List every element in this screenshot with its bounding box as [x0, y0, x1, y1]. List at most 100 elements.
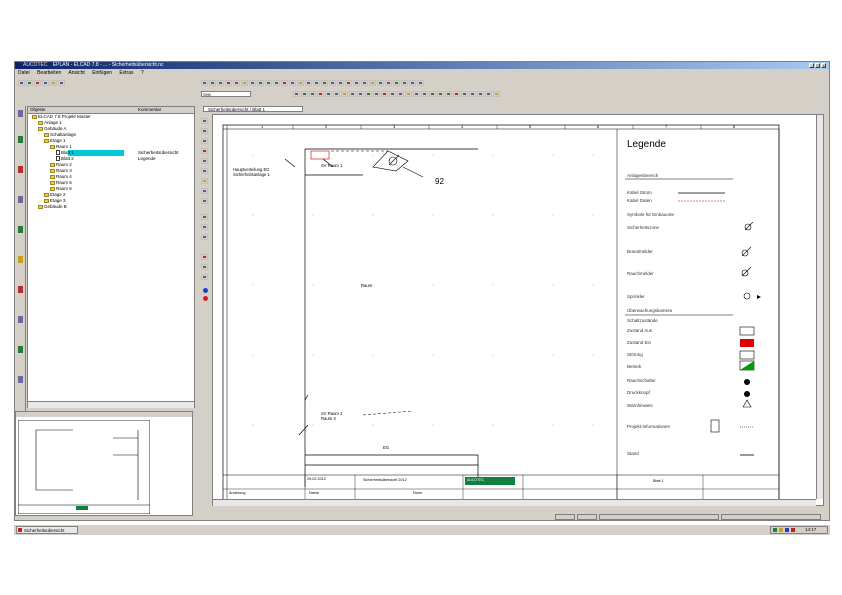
menu-help[interactable]: ? — [141, 70, 144, 76]
open-icon[interactable] — [26, 80, 33, 86]
tool-icon[interactable] — [273, 80, 280, 86]
properties-icon[interactable] — [58, 80, 65, 86]
tool-icon[interactable] — [485, 91, 492, 97]
tray-icon[interactable] — [779, 528, 783, 532]
tool-icon[interactable] — [317, 91, 324, 97]
taskbar-item[interactable]: Sicherheitsübersicht — [16, 526, 78, 534]
horizontal-scrollbar[interactable] — [213, 499, 816, 506]
tool-icon[interactable] — [369, 80, 376, 86]
tool-icon[interactable] — [305, 80, 312, 86]
symbol-icon[interactable] — [201, 168, 208, 174]
tool-icon[interactable] — [225, 80, 232, 86]
tool-icon[interactable] — [293, 91, 300, 97]
tool-icon[interactable] — [393, 80, 400, 86]
sidebar-tab-icon[interactable] — [18, 346, 23, 353]
tool-icon[interactable] — [445, 91, 452, 97]
tool-icon[interactable] — [257, 80, 264, 86]
tool-icon[interactable] — [201, 214, 208, 220]
tool-icon[interactable] — [217, 80, 224, 86]
line-icon[interactable] — [201, 128, 208, 134]
tool-icon[interactable] — [301, 91, 308, 97]
tree-header-name[interactable]: Objekte — [30, 107, 46, 113]
delete-icon[interactable] — [34, 80, 41, 86]
tool-icon[interactable] — [357, 91, 364, 97]
tool-icon[interactable] — [329, 80, 336, 86]
pan-icon[interactable] — [201, 198, 208, 204]
color-dot-icon[interactable] — [203, 296, 208, 301]
sidebar-tab-icon[interactable] — [18, 136, 23, 143]
tool-icon[interactable] — [413, 91, 420, 97]
tool-icon[interactable] — [209, 80, 216, 86]
tray-icon[interactable] — [773, 528, 777, 532]
tool-icon[interactable] — [309, 91, 316, 97]
drawing-tab[interactable]: Sicherheitsübersicht / Blatt 1 — [203, 106, 303, 112]
measure-icon[interactable] — [201, 178, 208, 184]
tool-icon[interactable] — [397, 91, 404, 97]
vertical-scrollbar[interactable] — [816, 115, 823, 499]
tool-icon[interactable] — [385, 80, 392, 86]
tool-icon[interactable] — [453, 91, 460, 97]
tool-icon[interactable] — [361, 80, 368, 86]
tool-icon[interactable] — [469, 91, 476, 97]
maximize-icon[interactable]: □ — [815, 63, 820, 68]
tool-icon[interactable] — [493, 91, 500, 97]
overview-preview-panel[interactable] — [15, 411, 193, 516]
menu-view[interactable]: Ansicht — [68, 70, 84, 76]
tool-icon[interactable] — [437, 91, 444, 97]
tray-icon[interactable] — [785, 528, 789, 532]
tool-icon[interactable] — [345, 80, 352, 86]
tool-icon[interactable] — [289, 80, 296, 86]
tool-icon[interactable] — [349, 91, 356, 97]
tool-icon[interactable] — [201, 234, 208, 240]
filter-icon[interactable] — [50, 80, 57, 86]
circle-icon[interactable] — [201, 148, 208, 154]
tool-icon[interactable] — [365, 91, 372, 97]
tool-icon[interactable] — [409, 80, 416, 86]
tool-icon[interactable] — [373, 91, 380, 97]
tree-horizontal-scrollbar[interactable] — [28, 401, 194, 408]
tool-icon[interactable] — [405, 91, 412, 97]
project-combo[interactable]: SHK — [201, 91, 251, 97]
tool-icon[interactable] — [201, 224, 208, 230]
rect-icon[interactable] — [201, 138, 208, 144]
minimize-icon[interactable]: _ — [809, 63, 814, 68]
sidebar-tab-icon[interactable] — [18, 110, 23, 117]
tool-icon[interactable] — [201, 80, 208, 86]
tool-icon[interactable] — [201, 254, 208, 260]
sidebar-tab-icon[interactable] — [18, 316, 23, 323]
tray-icon[interactable] — [791, 528, 795, 532]
zoom-icon[interactable] — [201, 188, 208, 194]
drawing-canvas[interactable]: 1 2 3 4 5 6 7 8 Hauptverteilung EG Siche… — [212, 114, 824, 506]
sidebar-tab-icon[interactable] — [18, 376, 23, 383]
tool-icon[interactable] — [321, 80, 328, 86]
tool-icon[interactable] — [341, 91, 348, 97]
new-icon[interactable] — [18, 80, 25, 86]
tool-icon[interactable] — [313, 80, 320, 86]
tool-icon[interactable] — [429, 91, 436, 97]
sidebar-tab-icon[interactable] — [18, 256, 23, 263]
tool-icon[interactable] — [233, 80, 240, 86]
tool-icon[interactable] — [325, 91, 332, 97]
tree-header-comment[interactable]: Kommentar — [138, 107, 161, 113]
close-icon[interactable]: × — [821, 63, 826, 68]
sidebar-tab-icon[interactable] — [18, 286, 23, 293]
select-icon[interactable] — [201, 118, 208, 124]
tool-icon[interactable] — [249, 80, 256, 86]
tool-icon[interactable] — [381, 91, 388, 97]
color-dot-icon[interactable] — [203, 288, 208, 293]
tool-icon[interactable] — [241, 80, 248, 86]
text-icon[interactable] — [201, 158, 208, 164]
tool-icon[interactable] — [265, 80, 272, 86]
tool-icon[interactable] — [297, 80, 304, 86]
sidebar-tab-icon[interactable] — [18, 196, 23, 203]
tool-icon[interactable] — [201, 274, 208, 280]
tool-icon[interactable] — [417, 80, 424, 86]
copy-icon[interactable] — [42, 80, 49, 86]
tool-icon[interactable] — [337, 80, 344, 86]
tool-icon[interactable] — [353, 80, 360, 86]
tool-icon[interactable] — [377, 80, 384, 86]
menu-tools[interactable]: Extras — [119, 70, 133, 76]
tool-icon[interactable] — [477, 91, 484, 97]
menu-file[interactable]: Datei — [18, 70, 30, 76]
sidebar-tab-icon[interactable] — [18, 166, 23, 173]
